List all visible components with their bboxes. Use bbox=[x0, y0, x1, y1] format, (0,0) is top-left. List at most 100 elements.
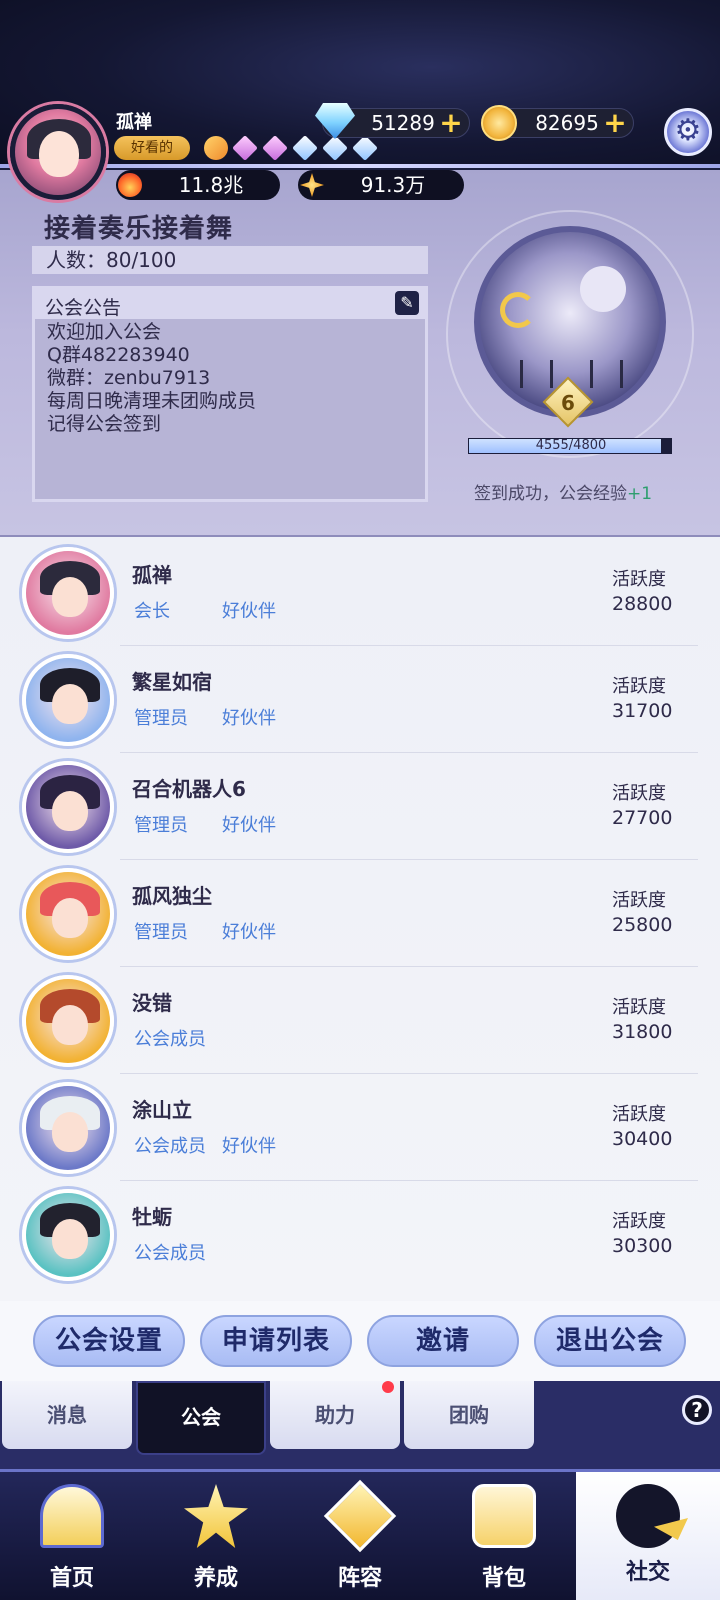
member-name: 牡蛎 bbox=[132, 1205, 172, 1229]
nav-home-label: 首页 bbox=[49, 1566, 94, 1591]
activity-label: 活跃度 bbox=[612, 783, 666, 804]
notice-line: Q群482283940 bbox=[47, 344, 190, 366]
member-avatar-face bbox=[52, 1219, 88, 1259]
home-icon bbox=[40, 1484, 104, 1548]
notice-text: 欢迎加入公会 Q群482283940 微群：zenbu7913 每周日晚清理未团… bbox=[47, 321, 256, 436]
notification-dot bbox=[382, 1381, 394, 1393]
activity-label: 活跃度 bbox=[612, 676, 666, 697]
star-sparkle-icon bbox=[300, 173, 324, 197]
nav-social-label: 社交 bbox=[625, 1560, 670, 1585]
nav-social[interactable]: 社交 bbox=[576, 1472, 720, 1600]
emblem-tassel bbox=[520, 360, 523, 388]
member-relation: 好伙伴 bbox=[222, 922, 276, 943]
guild-member-count: 人数：80/100 bbox=[32, 246, 428, 274]
member-row[interactable]: 牡蛎 公会成员 活跃度 30300 bbox=[0, 1179, 720, 1288]
member-avatar[interactable] bbox=[22, 654, 114, 746]
nav-team[interactable]: 阵容 bbox=[288, 1472, 432, 1600]
settings-gear-icon[interactable]: ⚙ bbox=[664, 108, 712, 156]
diamond-counter: 51289 + bbox=[315, 103, 470, 139]
player-name: 孤禅 bbox=[116, 112, 152, 133]
member-avatar-face bbox=[52, 898, 88, 938]
activity-value: 30300 bbox=[612, 1235, 673, 1257]
nav-home[interactable]: 首页 bbox=[0, 1472, 144, 1600]
member-relation: 好伙伴 bbox=[222, 601, 276, 622]
fire-icon bbox=[118, 173, 142, 197]
member-avatar[interactable] bbox=[22, 761, 114, 853]
player-title-badge: 好看的 bbox=[114, 136, 190, 160]
tab-group-buy[interactable]: 团购 bbox=[404, 1381, 534, 1449]
help-icon[interactable]: ? bbox=[682, 1395, 712, 1425]
member-relation: 好伙伴 bbox=[222, 708, 276, 729]
edit-notice-icon[interactable]: ✎ bbox=[395, 291, 419, 315]
member-row[interactable]: 孤禅 会长 好伙伴 活跃度 28800 bbox=[0, 537, 720, 646]
member-row[interactable]: 孤风独尘 管理员 好伙伴 活跃度 25800 bbox=[0, 858, 720, 967]
member-relation: 好伙伴 bbox=[222, 815, 276, 836]
member-name: 繁星如宿 bbox=[132, 670, 212, 694]
member-role: 管理员 bbox=[134, 922, 188, 943]
emblem-moon-icon bbox=[500, 292, 536, 328]
member-avatar[interactable] bbox=[22, 1189, 114, 1281]
emblem-tassel bbox=[620, 360, 623, 388]
nav-bag[interactable]: 背包 bbox=[432, 1472, 576, 1600]
member-row[interactable]: 没错公会成员 活跃度 31800 bbox=[0, 965, 720, 1074]
guild-xp-bar: 4555/4800 bbox=[468, 438, 672, 454]
member-avatar[interactable] bbox=[22, 1082, 114, 1174]
activity-value: 31700 bbox=[612, 700, 673, 722]
diamond-amount: 51289 bbox=[371, 111, 435, 135]
signin-status: 签到成功，公会经验+1 bbox=[474, 479, 652, 504]
member-avatar[interactable] bbox=[22, 868, 114, 960]
nav-team-label: 阵容 bbox=[337, 1566, 382, 1591]
rank-gems bbox=[204, 134, 378, 162]
member-avatar[interactable] bbox=[22, 975, 114, 1067]
member-list[interactable]: 孤禅 会长 好伙伴 活跃度 28800 繁星如宿 管理员 好伙伴 活跃度 31700 召合机器人6 管… bbox=[0, 537, 720, 1301]
activity-value: 31800 bbox=[612, 1021, 673, 1043]
member-role: 管理员 bbox=[134, 708, 188, 729]
nav-grow[interactable]: 养成 bbox=[144, 1472, 288, 1600]
tab-guild[interactable]: 公会 bbox=[136, 1381, 266, 1455]
power-stat: 11.8兆 bbox=[116, 170, 280, 200]
member-avatar-face bbox=[52, 577, 88, 617]
member-name: 没错 bbox=[132, 991, 172, 1015]
guild-actions: 公会设置 申请列表 邀请 退出公会 bbox=[0, 1301, 720, 1381]
add-coins-button[interactable]: + bbox=[603, 109, 627, 137]
player-avatar[interactable] bbox=[10, 104, 106, 200]
member-role: 公会成员 bbox=[134, 1136, 206, 1157]
member-row[interactable]: 繁星如宿管理员 好伙伴 活跃度 31700 bbox=[0, 644, 720, 753]
notice-line: 欢迎加入公会 bbox=[47, 321, 162, 343]
leave-guild-button[interactable]: 退出公会 bbox=[534, 1315, 686, 1367]
tab-assist[interactable]: 助力 bbox=[270, 1381, 400, 1449]
guild-level: 6 bbox=[561, 391, 575, 415]
social-subtabs: 消息 公会 助力 团购 ? bbox=[0, 1381, 720, 1469]
pink-diamond-icon bbox=[232, 135, 258, 161]
member-name: 孤禅 bbox=[132, 563, 172, 587]
activity-label: 活跃度 bbox=[612, 1104, 666, 1125]
invite-button[interactable]: 邀请 bbox=[367, 1315, 519, 1367]
notice-line: 记得公会签到 bbox=[47, 413, 162, 435]
notice-title: 公会公告 bbox=[45, 297, 122, 319]
member-row[interactable]: 涂山立 公会成员 好伙伴 活跃度 30400 bbox=[0, 1072, 720, 1181]
activity-label: 活跃度 bbox=[612, 997, 666, 1018]
activity-value: 28800 bbox=[612, 593, 673, 615]
member-row[interactable]: 召合机器人6 管理员 好伙伴 活跃度 27700 bbox=[0, 751, 720, 860]
application-list-button[interactable]: 申请列表 bbox=[200, 1315, 352, 1367]
bottom-nav: 首页 养成 阵容 背包 社交 bbox=[0, 1469, 720, 1600]
fame-value: 91.3万 bbox=[360, 173, 426, 197]
member-avatar-face bbox=[52, 1005, 88, 1045]
notice-line: 每周日晚清理未团购成员 bbox=[47, 390, 257, 412]
coin-icon bbox=[481, 105, 517, 141]
add-diamonds-button[interactable]: + bbox=[439, 109, 463, 137]
guild-xp-text: 4555/4800 bbox=[535, 438, 607, 453]
tab-messages[interactable]: 消息 bbox=[2, 1381, 132, 1449]
orange-badge-icon bbox=[204, 136, 228, 160]
social-icon bbox=[616, 1484, 680, 1548]
signin-exp-gain: +1 bbox=[627, 484, 653, 504]
member-avatar-face bbox=[52, 1112, 88, 1152]
member-name: 孤风独尘 bbox=[132, 884, 212, 908]
emblem-tassel bbox=[550, 360, 553, 388]
member-role: 公会成员 bbox=[134, 1029, 206, 1050]
guild-settings-button[interactable]: 公会设置 bbox=[33, 1315, 185, 1367]
coin-counter: 82695 + bbox=[481, 105, 634, 141]
pink-diamond-icon bbox=[262, 135, 288, 161]
member-avatar[interactable] bbox=[22, 547, 114, 639]
team-icon bbox=[323, 1479, 397, 1553]
